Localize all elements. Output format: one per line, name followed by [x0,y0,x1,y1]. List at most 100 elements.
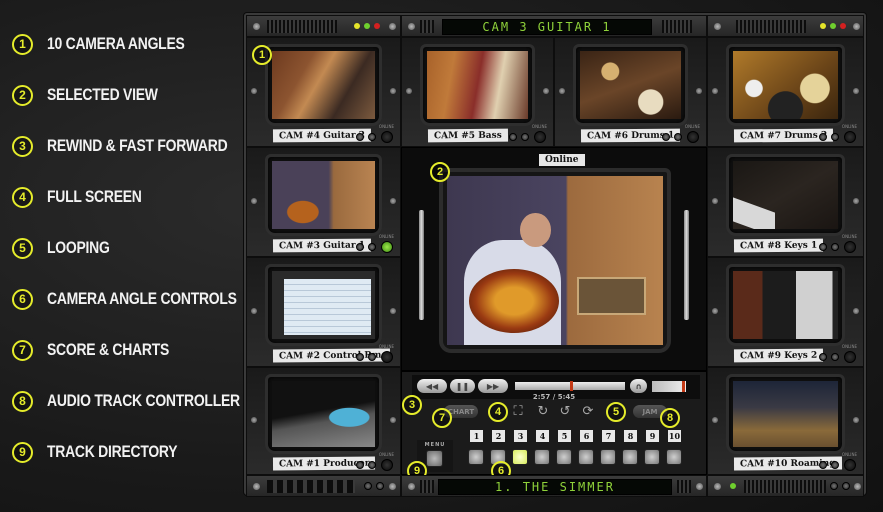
fullscreen-icon[interactable]: ⛶ [510,403,526,419]
legend-label: Track Directory [47,442,178,461]
knob-icon [521,133,529,141]
online-indicator: ONLINE [841,452,857,457]
knob-icon [662,133,670,141]
camera-video[interactable] [733,271,838,339]
camera-tile-5[interactable]: CAM #5 Bass ONLINE [401,37,554,147]
online-indicator: ONLINE [841,234,857,239]
video-rack: CAM 3 GUITAR 1 CAM #4 Guitar 2 ONLINE CA… [244,13,866,497]
online-indicator: ONLINE [531,124,547,129]
screw-icon [543,87,549,94]
loop-icon[interactable]: ⟳ [580,403,596,419]
online-tag: Online [539,154,585,166]
screw-icon [854,483,861,490]
camera-tile-1[interactable]: CAM #1 Producer ONLINE [246,367,401,475]
number-badge: 7 [12,339,33,361]
camera-label: CAM #5 Bass [427,128,508,143]
angle-button[interactable] [622,449,638,465]
vent-grille [420,480,434,493]
online-indicator: ONLINE [684,124,700,129]
power-button[interactable] [844,351,856,363]
screw-icon [853,87,859,94]
screw-icon [390,307,396,314]
camera-tile-8[interactable]: CAM #8 Keys 1 ONLINE [707,147,864,257]
knob-icon [831,461,839,469]
angle-button[interactable] [600,449,616,465]
power-button[interactable] [844,459,856,471]
knob-icon [819,243,827,251]
power-button[interactable] [381,459,393,471]
angle-button[interactable] [578,449,594,465]
legend-label: Selected View [47,85,158,104]
loop-forward-icon[interactable]: ↻ [535,403,551,419]
camera-video[interactable] [272,51,375,119]
camera-video[interactable] [272,271,375,339]
angle-button[interactable] [556,449,572,465]
camera-tile-3[interactable]: CAM #3 Guitar 1 ONLINE [246,147,401,257]
right-slider[interactable] [684,210,689,320]
screw-icon [390,87,396,94]
power-button[interactable] [687,131,699,143]
volume-thumb[interactable] [682,381,686,392]
camera-tile-7[interactable]: CAM #7 Drums 2 ONLINE [707,37,864,147]
headphones-icon[interactable]: ∩ [630,379,647,393]
top-bar-left [246,15,401,37]
camera-video[interactable] [733,51,838,119]
angle-button[interactable] [666,449,682,465]
loop-back-icon[interactable]: ↺ [557,403,573,419]
camera-video[interactable] [733,161,838,229]
screw-icon [714,483,721,490]
callout-7: 7 [432,408,452,428]
angle-number-tag: 3 [514,430,527,442]
screw-icon [390,197,396,204]
menu-button[interactable] [426,450,443,467]
camera-tile-2[interactable]: CAM #2 Control Rm. ONLINE [246,257,401,367]
led-red-icon [840,23,846,29]
power-button[interactable] [534,131,546,143]
screw-icon [712,87,718,94]
progress-thumb[interactable] [570,381,574,391]
vent-grille [662,20,692,33]
pause-button[interactable]: ❚❚ [450,379,475,393]
power-button[interactable] [844,131,856,143]
legend-item: 6 Camera Angle Controls [12,287,278,311]
led-yellow-icon [354,23,360,29]
online-indicator: ONLINE [378,124,394,129]
angle-button[interactable] [534,449,550,465]
screw-icon [389,483,396,490]
camera-video[interactable] [427,51,528,119]
progress-bar[interactable] [515,381,625,391]
selected-video[interactable] [447,176,663,345]
camera-tile-9[interactable]: CAM #9 Keys 2 ONLINE [707,257,864,367]
power-button[interactable] [381,351,393,363]
angle-button[interactable] [468,449,484,465]
volume-slider[interactable] [652,381,686,392]
online-indicator: ONLINE [378,344,394,349]
power-button[interactable] [381,131,393,143]
camera-video[interactable] [272,381,375,447]
camera-video[interactable] [580,51,681,119]
left-slider[interactable] [419,210,424,320]
fast-forward-button[interactable]: ▶▶ [478,379,508,393]
rewind-button[interactable]: ◀◀ [417,379,447,393]
camera-monitor [265,264,382,346]
angle-button-active[interactable] [512,449,528,465]
camera-monitor [726,374,845,454]
screw-icon [253,483,260,490]
screw-icon [406,87,412,94]
number-badge: 8 [12,390,33,412]
angle-number-tag: 8 [624,430,637,442]
legend-label: Audio Track Controller [47,391,240,410]
camera-video[interactable] [272,161,375,229]
camera-tile-6[interactable]: CAM #6 Drums 1 ONLINE [554,37,707,147]
knob-icon [356,461,364,469]
power-button-active[interactable] [381,241,393,253]
angle-button[interactable] [644,449,660,465]
camera-video[interactable] [733,381,838,447]
led-green-icon [830,23,836,29]
angle-number-tag: 5 [558,430,571,442]
knob-icon [368,243,376,251]
power-button[interactable] [844,241,856,253]
led-red-icon [374,23,380,29]
camera-tile-10[interactable]: CAM #10 Roaming ONLINE [707,367,864,475]
menu-label: MENU [424,442,446,448]
